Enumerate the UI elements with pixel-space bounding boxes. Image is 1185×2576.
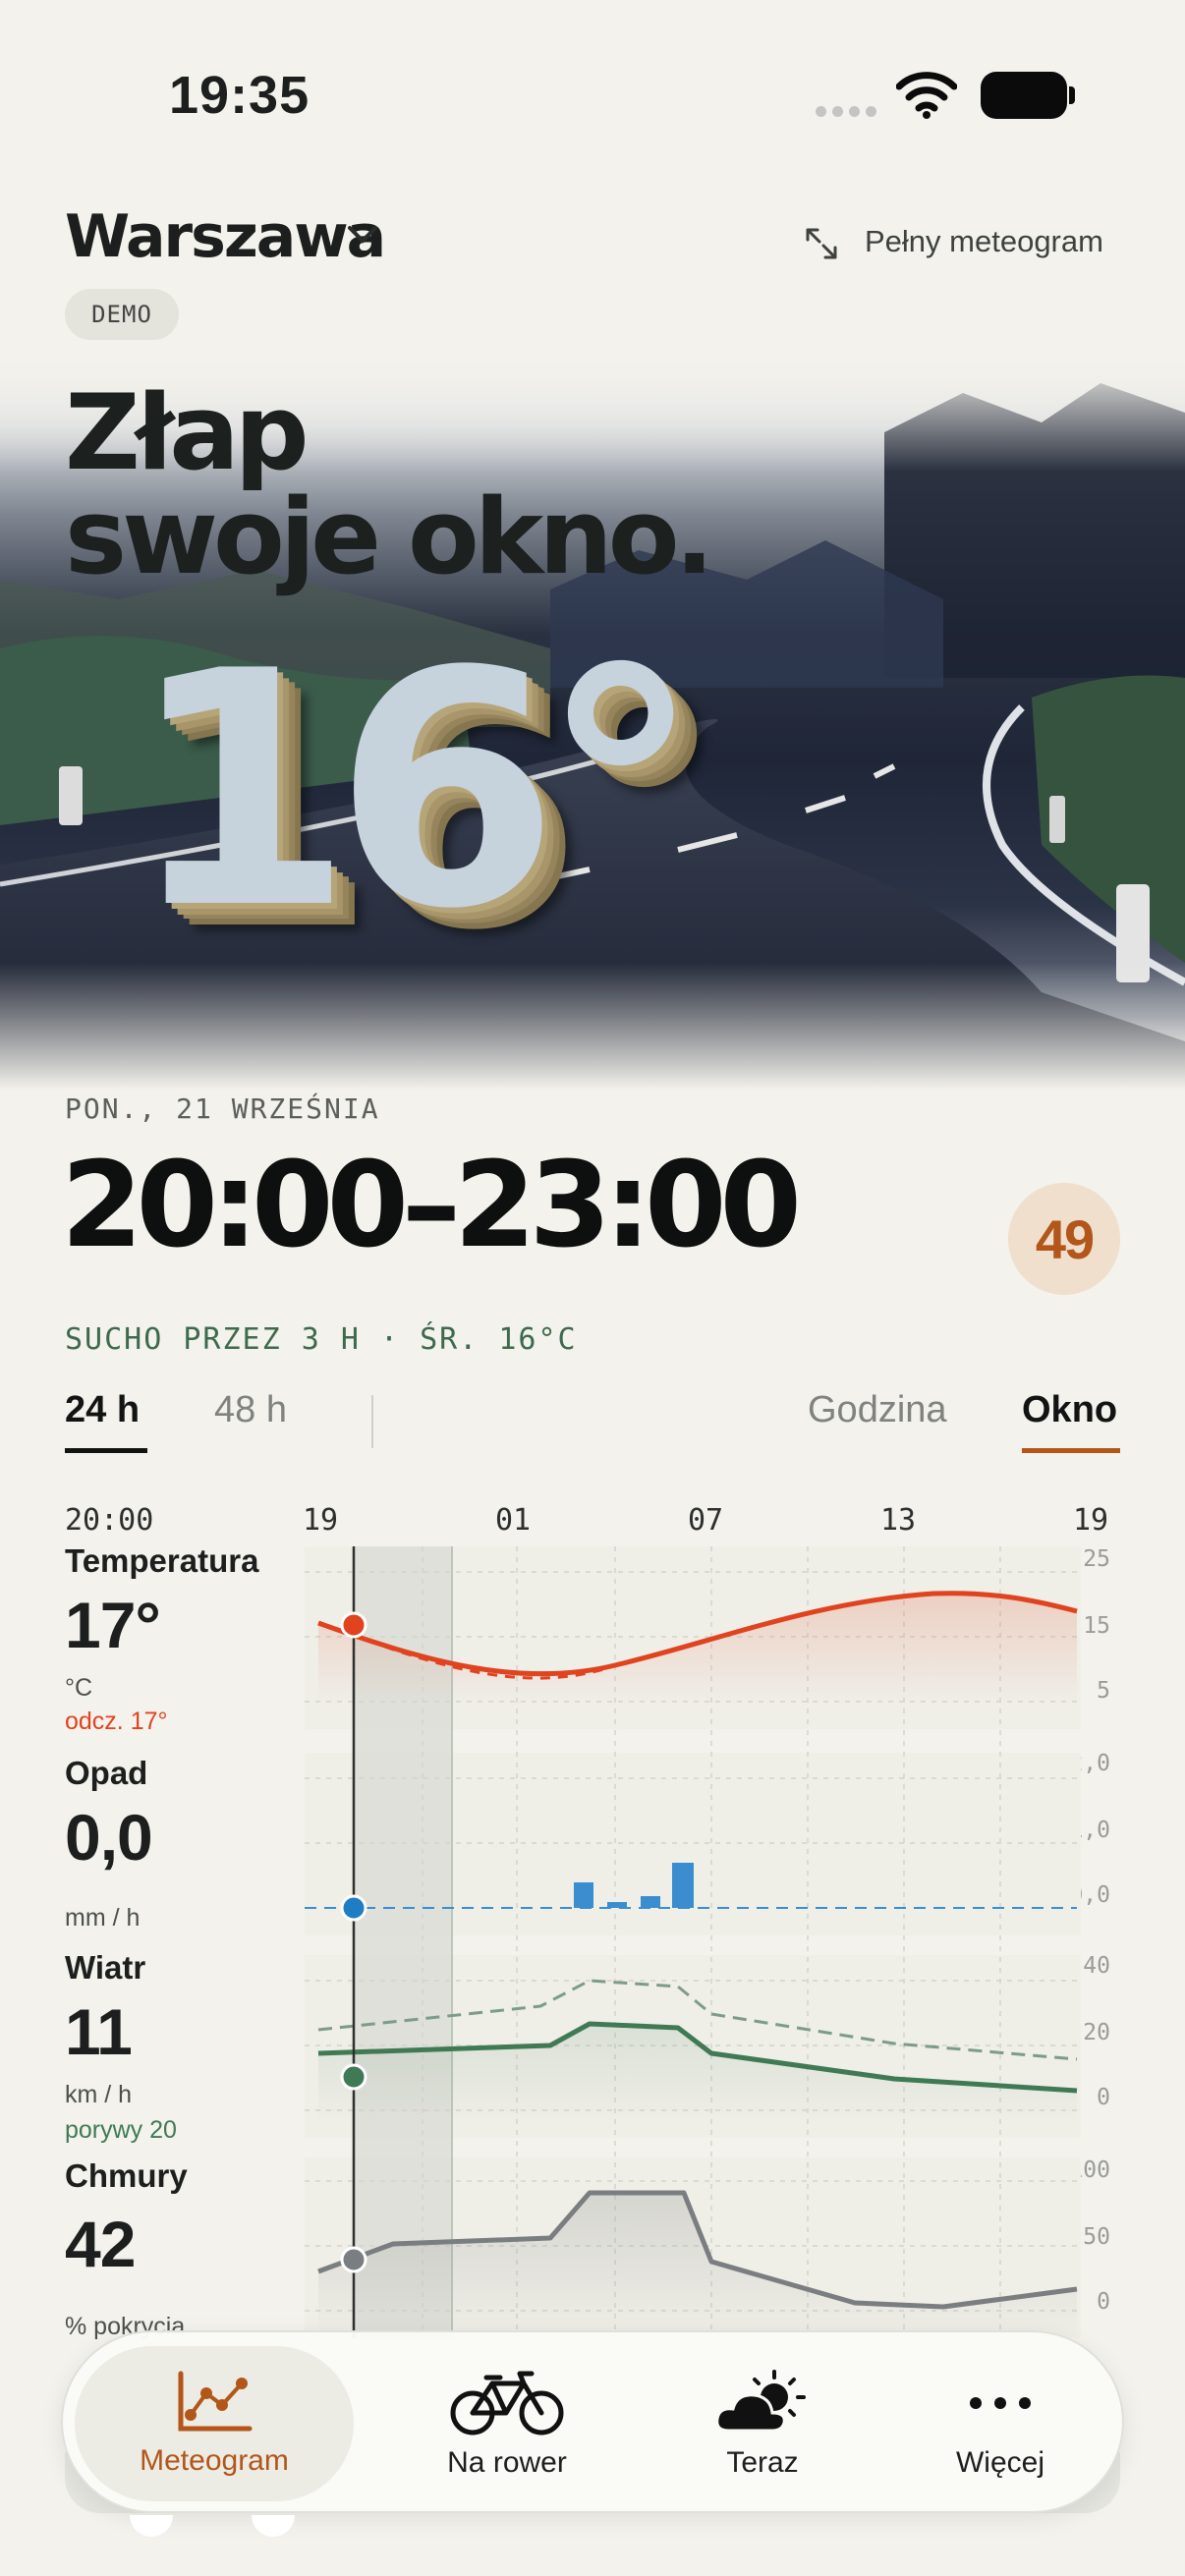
clouds-value: 42: [65, 2208, 136, 2280]
precip-bar: [574, 1882, 593, 1908]
partly-cloudy-icon: [715, 2370, 806, 2433]
window-date: PON., 21 WRZEŚNIA: [65, 1092, 380, 1125]
precip-bar: [641, 1896, 660, 1908]
wifi-icon: [896, 72, 957, 119]
more-icon: [970, 2397, 1031, 2409]
tabbar-label: Teraz: [726, 2446, 799, 2479]
temperature-value: 17°: [65, 1589, 161, 1661]
expand-icon[interactable]: [804, 226, 839, 261]
temperature-marker: [340, 1611, 367, 1639]
status-time: 19:35: [169, 66, 310, 125]
tabbar-now[interactable]: Teraz: [623, 2332, 902, 2515]
tab-indicator-range: [65, 1448, 147, 1453]
tabbar-more[interactable]: Więcej: [882, 2332, 1118, 2515]
chart-icon: [178, 2371, 253, 2432]
demo-badge: DEMO: [65, 289, 179, 340]
temperature-unit: °C: [65, 1674, 93, 1702]
precip-value: 0,0: [65, 1801, 153, 1874]
wind-unit: km / h: [65, 2081, 133, 2108]
tabbar-bike[interactable]: Na rower: [367, 2332, 647, 2515]
hero-title-line2: swoje okno.: [65, 476, 714, 597]
tabbar-label: Meteogram: [140, 2444, 289, 2477]
scroll-knob: [252, 2515, 295, 2537]
hero-title: Złap swoje okno.: [65, 372, 714, 597]
tab-hour[interactable]: Godzina: [808, 1389, 947, 1431]
city-selector[interactable]: Warszawa: [65, 202, 386, 271]
feels-like: odcz. 17°: [65, 1708, 168, 1735]
wind-marker: [340, 2063, 367, 2091]
tab-indicator-mode: [1022, 1448, 1120, 1453]
clouds-marker: [340, 2246, 367, 2273]
selected-time: 20:00: [65, 1503, 154, 1538]
meteogram-chart[interactable]: [305, 1533, 1081, 2338]
scroll-knob: [130, 2515, 173, 2537]
wind-value: 11: [65, 1995, 133, 2068]
tabbar-label: Więcej: [955, 2446, 1044, 2479]
full-meteogram-link[interactable]: Pełny meteogram: [865, 224, 1103, 259]
temperature-title: Temperatura: [65, 1542, 259, 1579]
precip-marker: [340, 1894, 367, 1922]
wind-title: Wiatr: [65, 1949, 146, 1986]
tab-bar: Meteogram Na rower Teraz Więcej: [61, 2330, 1124, 2513]
precip-bar: [672, 1863, 694, 1908]
tab-24h[interactable]: 24 h: [65, 1389, 140, 1431]
tabbar-label: Na rower: [447, 2446, 567, 2479]
tab-window[interactable]: Okno: [1022, 1389, 1117, 1431]
wind-gusts: porywy 20: [65, 2116, 177, 2144]
chevron-down-icon[interactable]: [346, 222, 379, 248]
precip-bar: [607, 1902, 627, 1908]
tab-48h[interactable]: 48 h: [214, 1389, 287, 1431]
cellular-icon: [816, 106, 876, 118]
window-score-badge: 49: [1008, 1183, 1120, 1295]
window-summary: SUCHO PRZEZ 3 H · ŚR. 16°C: [65, 1322, 578, 1357]
battery-icon: [981, 72, 1075, 119]
precip-unit: mm / h: [65, 1904, 141, 1932]
bicycle-icon: [450, 2371, 564, 2436]
tab-divider: [371, 1395, 373, 1448]
clouds-title: Chmury: [65, 2157, 188, 2194]
current-temperature: 16°: [128, 602, 702, 980]
tabbar-meteogram[interactable]: Meteogram: [75, 2332, 354, 2515]
hero-title-line1: Złap: [65, 372, 310, 493]
window-range: 20:00–23:00: [61, 1138, 802, 1274]
precip-title: Opad: [65, 1755, 148, 1791]
